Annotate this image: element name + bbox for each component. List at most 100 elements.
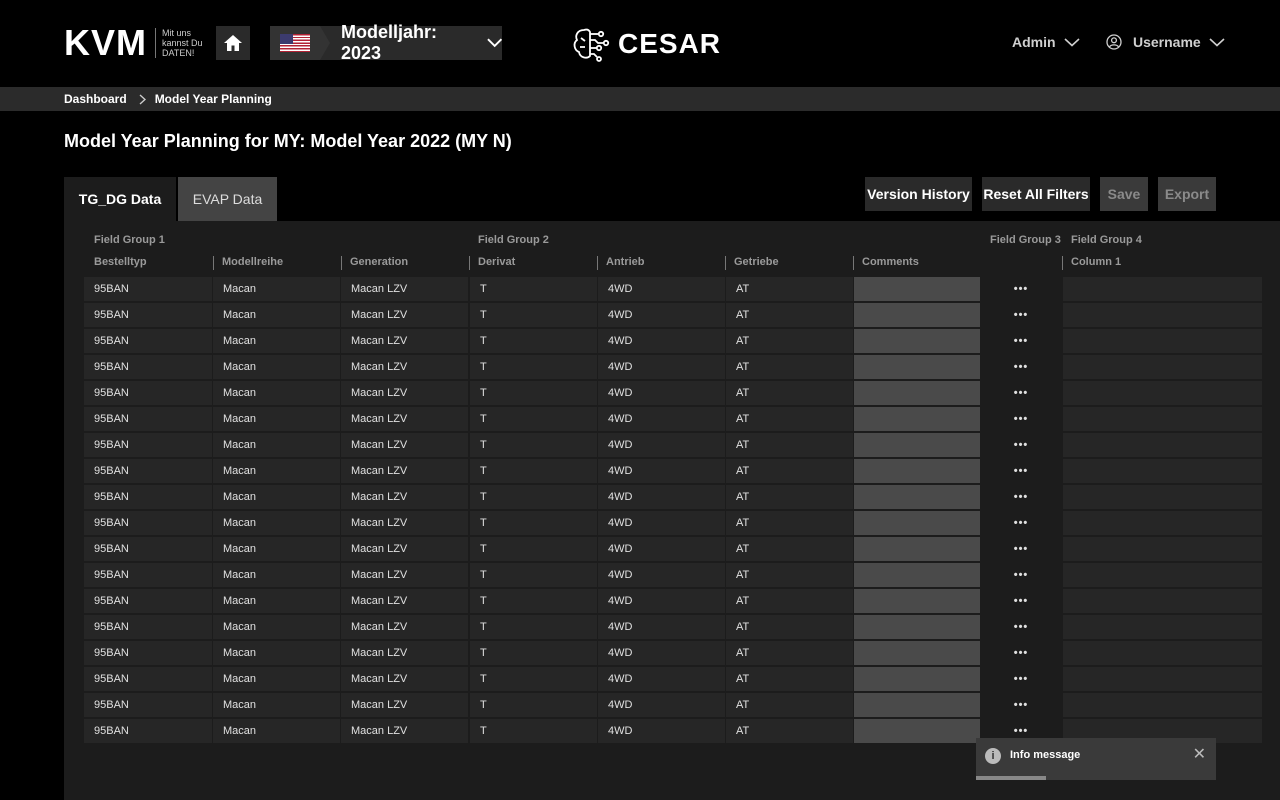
cell-column-1[interactable] (1063, 355, 1262, 379)
column-header-comments[interactable]: Comments (853, 256, 919, 270)
comment-input[interactable] (854, 381, 980, 405)
comment-input[interactable] (854, 693, 980, 717)
column-header-bestelltyp[interactable]: Bestelltyp (86, 256, 147, 270)
cell-column-1[interactable] (1063, 693, 1262, 717)
row-more-icon[interactable]: ••• (981, 563, 1061, 587)
row-more-icon[interactable]: ••• (981, 511, 1061, 535)
cell-modellreihe: Macan (213, 537, 340, 561)
comment-input[interactable] (854, 641, 980, 665)
cell-column-1[interactable] (1063, 459, 1262, 483)
cell-bestelltyp: 95BAN (84, 329, 212, 353)
version-history-button[interactable]: Version History (865, 177, 972, 211)
comment-input[interactable] (854, 277, 980, 301)
column-header-modellreihe[interactable]: Modellreihe (213, 256, 283, 270)
cell-column-1[interactable] (1063, 667, 1262, 691)
reset-filters-button[interactable]: Reset All Filters (982, 177, 1090, 211)
cell-modellreihe: Macan (213, 693, 340, 717)
cell-column-1[interactable] (1063, 511, 1262, 535)
row-more-icon[interactable]: ••• (981, 589, 1061, 613)
user-menu[interactable]: Username (1106, 34, 1225, 50)
comment-input[interactable] (854, 329, 980, 353)
column-header-column-1[interactable]: Column 1 (1062, 256, 1121, 270)
comment-input[interactable] (854, 537, 980, 561)
table-row[interactable]: 95BAN Macan Macan LZV T 4WD AT ••• (84, 459, 1262, 485)
cell-column-1[interactable] (1063, 303, 1262, 327)
comment-input[interactable] (854, 719, 980, 743)
row-more-icon[interactable]: ••• (981, 277, 1061, 301)
column-header-generation[interactable]: Generation (341, 256, 408, 270)
kvm-logo[interactable]: KVM Mit uns kannst Du DATEN! (64, 25, 205, 61)
model-year-select[interactable]: Modelljahr: 2023 (270, 22, 502, 63)
comment-input[interactable] (854, 615, 980, 639)
cell-derivat: T (470, 511, 597, 535)
column-header-antrieb[interactable]: Antrieb (597, 256, 645, 270)
cell-antrieb: 4WD (598, 641, 725, 665)
cell-column-1[interactable] (1063, 563, 1262, 587)
row-more-icon[interactable]: ••• (981, 355, 1061, 379)
table-row[interactable]: 95BAN Macan Macan LZV T 4WD AT ••• (84, 433, 1262, 459)
cell-antrieb: 4WD (598, 381, 725, 405)
table-row[interactable]: 95BAN Macan Macan LZV T 4WD AT ••• (84, 485, 1262, 511)
table-row[interactable]: 95BAN Macan Macan LZV T 4WD AT ••• (84, 329, 1262, 355)
home-button[interactable] (216, 26, 250, 60)
table-row[interactable]: 95BAN Macan Macan LZV T 4WD AT ••• (84, 563, 1262, 589)
comment-input[interactable] (854, 667, 980, 691)
cell-column-1[interactable] (1063, 615, 1262, 639)
row-more-icon[interactable]: ••• (981, 667, 1061, 691)
comment-input[interactable] (854, 485, 980, 509)
table-row[interactable]: 95BAN Macan Macan LZV T 4WD AT ••• (84, 407, 1262, 433)
country-selector[interactable] (270, 26, 330, 60)
cell-getriebe: AT (726, 433, 853, 457)
cell-antrieb: 4WD (598, 719, 725, 743)
row-more-icon[interactable]: ••• (981, 459, 1061, 483)
cell-column-1[interactable] (1063, 277, 1262, 301)
row-more-icon[interactable]: ••• (981, 537, 1061, 561)
row-more-icon[interactable]: ••• (981, 381, 1061, 405)
row-more-icon[interactable]: ••• (981, 693, 1061, 717)
comment-input[interactable] (854, 589, 980, 613)
comment-input[interactable] (854, 563, 980, 587)
column-header-derivat[interactable]: Derivat (469, 256, 515, 270)
table-row[interactable]: 95BAN Macan Macan LZV T 4WD AT ••• (84, 511, 1262, 537)
row-more-icon[interactable]: ••• (981, 433, 1061, 457)
cell-column-1[interactable] (1063, 641, 1262, 665)
cell-column-1[interactable] (1063, 433, 1262, 457)
comment-input[interactable] (854, 303, 980, 327)
export-button[interactable]: Export (1158, 177, 1216, 211)
table-row[interactable]: 95BAN Macan Macan LZV T 4WD AT ••• (84, 693, 1262, 719)
table-row[interactable]: 95BAN Macan Macan LZV T 4WD AT ••• (84, 355, 1262, 381)
save-button[interactable]: Save (1100, 177, 1148, 211)
close-icon[interactable]: ✕ (1193, 746, 1206, 764)
cell-column-1[interactable] (1063, 537, 1262, 561)
column-header-getriebe[interactable]: Getriebe (725, 256, 779, 270)
table-row[interactable]: 95BAN Macan Macan LZV T 4WD AT ••• (84, 303, 1262, 329)
comment-input[interactable] (854, 459, 980, 483)
table-row[interactable]: 95BAN Macan Macan LZV T 4WD AT ••• (84, 615, 1262, 641)
admin-menu[interactable]: Admin (1012, 34, 1080, 50)
row-more-icon[interactable]: ••• (981, 329, 1061, 353)
comment-input[interactable] (854, 355, 980, 379)
table-row[interactable]: 95BAN Macan Macan LZV T 4WD AT ••• (84, 589, 1262, 615)
row-more-icon[interactable]: ••• (981, 641, 1061, 665)
row-more-icon[interactable]: ••• (981, 615, 1061, 639)
table-row[interactable]: 95BAN Macan Macan LZV T 4WD AT ••• (84, 537, 1262, 563)
cell-column-1[interactable] (1063, 589, 1262, 613)
comment-input[interactable] (854, 433, 980, 457)
row-more-icon[interactable]: ••• (981, 303, 1061, 327)
row-more-icon[interactable]: ••• (981, 407, 1061, 431)
breadcrumb-item-dashboard[interactable]: Dashboard (64, 92, 127, 106)
table-row[interactable]: 95BAN Macan Macan LZV T 4WD AT ••• (84, 641, 1262, 667)
cell-antrieb: 4WD (598, 303, 725, 327)
table-row[interactable]: 95BAN Macan Macan LZV T 4WD AT ••• (84, 667, 1262, 693)
row-more-icon[interactable]: ••• (981, 485, 1061, 509)
table-row[interactable]: 95BAN Macan Macan LZV T 4WD AT ••• (84, 277, 1262, 303)
tab-tg-dg-data[interactable]: TG_DG Data (64, 177, 176, 221)
cell-column-1[interactable] (1063, 329, 1262, 353)
comment-input[interactable] (854, 407, 980, 431)
cell-column-1[interactable] (1063, 381, 1262, 405)
cell-column-1[interactable] (1063, 407, 1262, 431)
comment-input[interactable] (854, 511, 980, 535)
table-row[interactable]: 95BAN Macan Macan LZV T 4WD AT ••• (84, 381, 1262, 407)
cell-column-1[interactable] (1063, 485, 1262, 509)
tab-evap-data[interactable]: EVAP Data (178, 177, 277, 221)
